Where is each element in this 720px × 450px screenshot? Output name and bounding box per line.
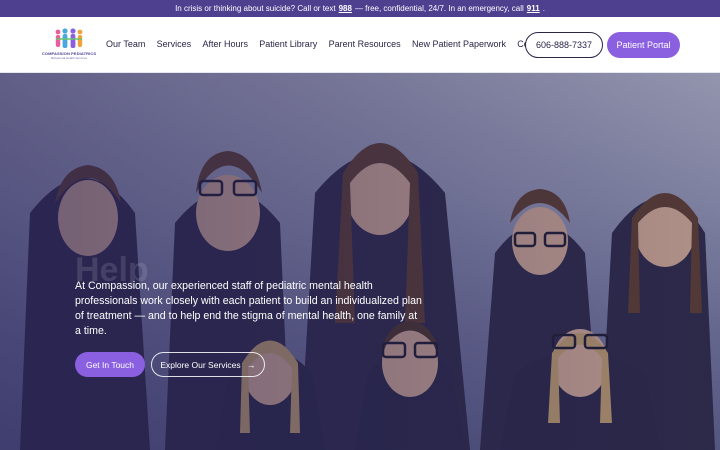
nav-new-patient-paperwork[interactable]: New Patient Paperwork — [412, 39, 506, 49]
crisis-number-link[interactable]: 988 — [339, 4, 352, 13]
arrow-right-icon: → — [246, 359, 256, 370]
patient-portal-button[interactable]: Patient Portal — [607, 32, 680, 58]
nav-after-hours[interactable]: After Hours — [202, 39, 248, 49]
nav-parent-resources[interactable]: Parent Resources — [329, 39, 401, 49]
explore-services-label: Explore Our Services — [160, 359, 241, 370]
nav-services[interactable]: Services — [157, 39, 192, 49]
site-header: COMPASSION PEDIATRICS Behavioral Health … — [0, 17, 720, 73]
logo-figures-icon — [55, 28, 83, 48]
crisis-middle: — free, confidential, 24/7. In an emerge… — [354, 4, 524, 13]
logo-subtitle: Behavioral Health Services — [50, 56, 88, 60]
emergency-number-link[interactable]: 911 — [527, 4, 540, 13]
crisis-prefix: In crisis or thinking about suicide? Cal… — [175, 4, 336, 13]
logo[interactable]: COMPASSION PEDIATRICS Behavioral Health … — [42, 27, 96, 63]
crisis-banner: In crisis or thinking about suicide? Cal… — [0, 0, 720, 17]
crisis-suffix: . — [542, 4, 545, 13]
hero-section: Help At Compassion, our experienced staf… — [0, 73, 720, 450]
phone-button[interactable]: 606-888-7337 — [525, 32, 603, 58]
get-in-touch-button[interactable]: Get In Touch — [75, 352, 145, 377]
hero-description: At Compassion, our experienced staff of … — [75, 280, 422, 337]
explore-services-button[interactable]: Explore Our Services → — [151, 352, 265, 377]
nav-our-team[interactable]: Our Team — [106, 39, 145, 49]
main-nav: Our Team Services After Hours Patient Li… — [106, 39, 560, 49]
nav-patient-library[interactable]: Patient Library — [259, 39, 317, 49]
